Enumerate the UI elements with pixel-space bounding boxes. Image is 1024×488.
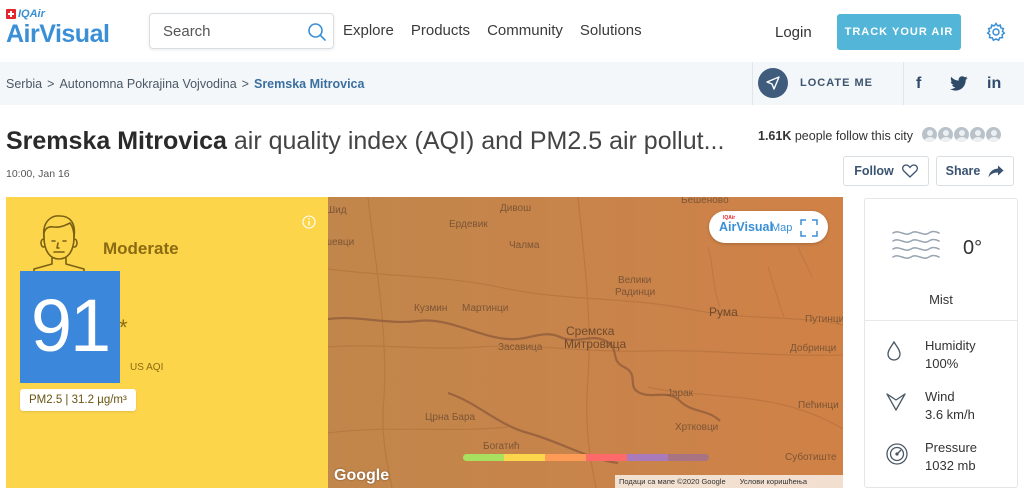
aqi-value: 91 bbox=[30, 284, 111, 367]
scale-hazardous bbox=[668, 454, 709, 461]
breadcrumb: Serbia > Autonomna Pokrajina Vojvodina > Sre… bbox=[6, 77, 365, 91]
scale-moderate bbox=[504, 454, 545, 461]
droplet-icon bbox=[887, 340, 901, 361]
avatar bbox=[921, 126, 938, 143]
weather-card: 0° Mist Humidity 100% Wind 3.6 km/h Pres… bbox=[864, 198, 1018, 488]
map-data-credit[interactable]: Подаци са мапе ©2020 Google bbox=[619, 477, 726, 486]
aqi-value-box: 91 bbox=[20, 271, 120, 383]
follow-button[interactable]: Follow bbox=[843, 156, 929, 186]
info-icon[interactable] bbox=[302, 215, 316, 229]
map-label: Радинци bbox=[615, 287, 656, 298]
facebook-icon[interactable]: f bbox=[916, 75, 921, 93]
map-label: Рума bbox=[709, 305, 738, 319]
breadcrumb-country[interactable]: Serbia bbox=[6, 77, 42, 91]
timestamp: 10:00, Jan 16 bbox=[6, 168, 70, 180]
search-input[interactable] bbox=[150, 14, 300, 48]
map-label: Пећинци bbox=[798, 400, 839, 411]
scale-very-unhealthy bbox=[627, 454, 668, 461]
fullscreen-icon[interactable] bbox=[800, 219, 818, 237]
city-name: Sremska Mitrovica bbox=[6, 127, 227, 155]
breadcrumb-region[interactable]: Autonomna Pokrajina Vojvodina bbox=[59, 77, 236, 91]
airvisual-map-badge[interactable]: IQAir AirVisual Map bbox=[709, 211, 828, 243]
air-quality-map[interactable]: Шид шевци Дивош Бешеновo Ердевик Чалма В… bbox=[328, 197, 843, 488]
airvisual-logo[interactable]: IQAir AirVisual bbox=[6, 8, 110, 48]
map-label: Богатић bbox=[483, 441, 520, 452]
map-label: Чалма bbox=[509, 240, 540, 251]
avatar bbox=[953, 126, 970, 143]
google-logo: Google bbox=[334, 467, 390, 484]
map-label: Јарак bbox=[667, 388, 694, 399]
wind-direction-icon bbox=[886, 393, 906, 411]
map-label: Путинци bbox=[805, 314, 843, 325]
logo-text: AirVisual bbox=[6, 20, 110, 48]
map-badge-word: Map bbox=[771, 222, 793, 234]
follower-count: 1.61K people follow this city bbox=[758, 129, 913, 143]
navigation-arrow-icon bbox=[766, 76, 780, 90]
gear-icon[interactable] bbox=[986, 22, 1006, 42]
nav-community[interactable]: Community bbox=[487, 22, 563, 39]
share-button[interactable]: Share bbox=[936, 156, 1014, 186]
map-label: Сремска bbox=[566, 324, 615, 338]
map-label: шевци bbox=[328, 237, 355, 248]
locate-me-button[interactable]: LOCATE ME bbox=[752, 62, 904, 105]
aqi-level-label: Moderate bbox=[103, 239, 179, 258]
follower-avatars bbox=[921, 126, 1002, 143]
map-label: Добринци bbox=[790, 343, 837, 354]
map-label: Суботиште bbox=[785, 452, 837, 463]
map-badge-brand: AirVisual bbox=[719, 220, 773, 234]
gauge-icon bbox=[886, 443, 908, 465]
main-pollutant-badge: PM2.5 | 31.2 µg/m³ bbox=[20, 389, 136, 411]
nav-explore[interactable]: Explore bbox=[343, 22, 394, 39]
avatar bbox=[937, 126, 954, 143]
weather-condition: Mist bbox=[929, 292, 953, 307]
share-arrow-icon bbox=[988, 165, 1004, 177]
locate-circle bbox=[758, 68, 788, 98]
breadcrumb-current: Sremska Mitrovica bbox=[253, 77, 365, 91]
avatar bbox=[969, 126, 986, 143]
title-rest: air quality index (AQI) and PM2.5 air po… bbox=[226, 127, 725, 155]
temperature: 0° bbox=[963, 237, 983, 259]
scale-unhealthy bbox=[586, 454, 627, 461]
page-title: Sremska Mitrovica air quality index (AQI… bbox=[6, 127, 724, 156]
map-label: Засавица bbox=[498, 342, 543, 353]
locate-me-label: LOCATE ME bbox=[800, 77, 873, 89]
aqi-unit: US AQI bbox=[130, 362, 164, 373]
mist-icon bbox=[892, 230, 940, 259]
scale-usg bbox=[545, 454, 586, 461]
map-label: Ердевик bbox=[449, 219, 488, 230]
login-link[interactable]: Login bbox=[775, 24, 812, 41]
nav-products[interactable]: Products bbox=[411, 22, 470, 39]
map-label: Кузмин bbox=[414, 303, 448, 314]
map-terms-link[interactable]: Услови коришћења bbox=[740, 477, 807, 486]
search-icon[interactable] bbox=[307, 22, 327, 42]
top-header: IQAir AirVisual Explore Products Communi… bbox=[0, 0, 1024, 62]
track-your-air-button[interactable]: TRACK YOUR AIR bbox=[837, 14, 961, 50]
main-nav: Explore Products Community Solutions bbox=[343, 22, 659, 39]
aqi-asterisk: * bbox=[119, 315, 128, 340]
avatar bbox=[985, 126, 1002, 143]
moderate-face-icon bbox=[33, 215, 85, 275]
search-box[interactable] bbox=[149, 13, 334, 49]
iqair-logo: IQAir bbox=[6, 8, 109, 20]
map-attribution: Подаци са мапе ©2020 Google Услови кориш… bbox=[615, 475, 843, 488]
aqi-panel: Moderate 91 * US AQI PM2.5 | 31.2 µg/m³ bbox=[6, 197, 328, 488]
linkedin-icon[interactable]: in bbox=[987, 75, 1001, 93]
map-label: Шид bbox=[328, 205, 347, 216]
nav-solutions[interactable]: Solutions bbox=[580, 22, 642, 39]
map-label: Бешеновo bbox=[681, 197, 729, 206]
scale-good bbox=[463, 454, 504, 461]
twitter-icon[interactable] bbox=[950, 76, 968, 91]
map-label: Митровица bbox=[564, 337, 627, 351]
aqi-color-scale bbox=[463, 454, 709, 461]
swiss-flag-icon bbox=[6, 9, 16, 19]
map-label: Црна Бара bbox=[425, 412, 476, 423]
map-label: Дивош bbox=[500, 203, 532, 214]
heart-icon bbox=[901, 164, 918, 178]
map-label: Велики bbox=[618, 275, 652, 286]
map-label: Мартинци bbox=[462, 303, 509, 314]
map-label: Хртковци bbox=[675, 422, 719, 433]
divider bbox=[865, 320, 1017, 321]
